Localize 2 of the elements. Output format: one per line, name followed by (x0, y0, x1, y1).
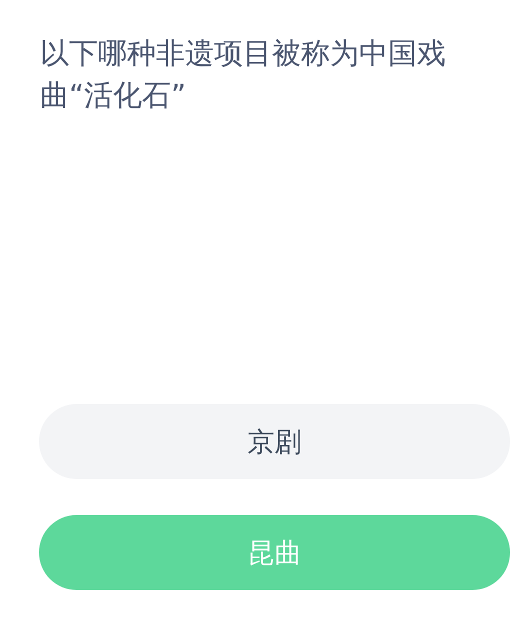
question-text: 以下哪种非遗项目被称为中国戏曲“活化石” (40, 35, 447, 114)
answer-option[interactable]: 京剧 (39, 404, 510, 479)
